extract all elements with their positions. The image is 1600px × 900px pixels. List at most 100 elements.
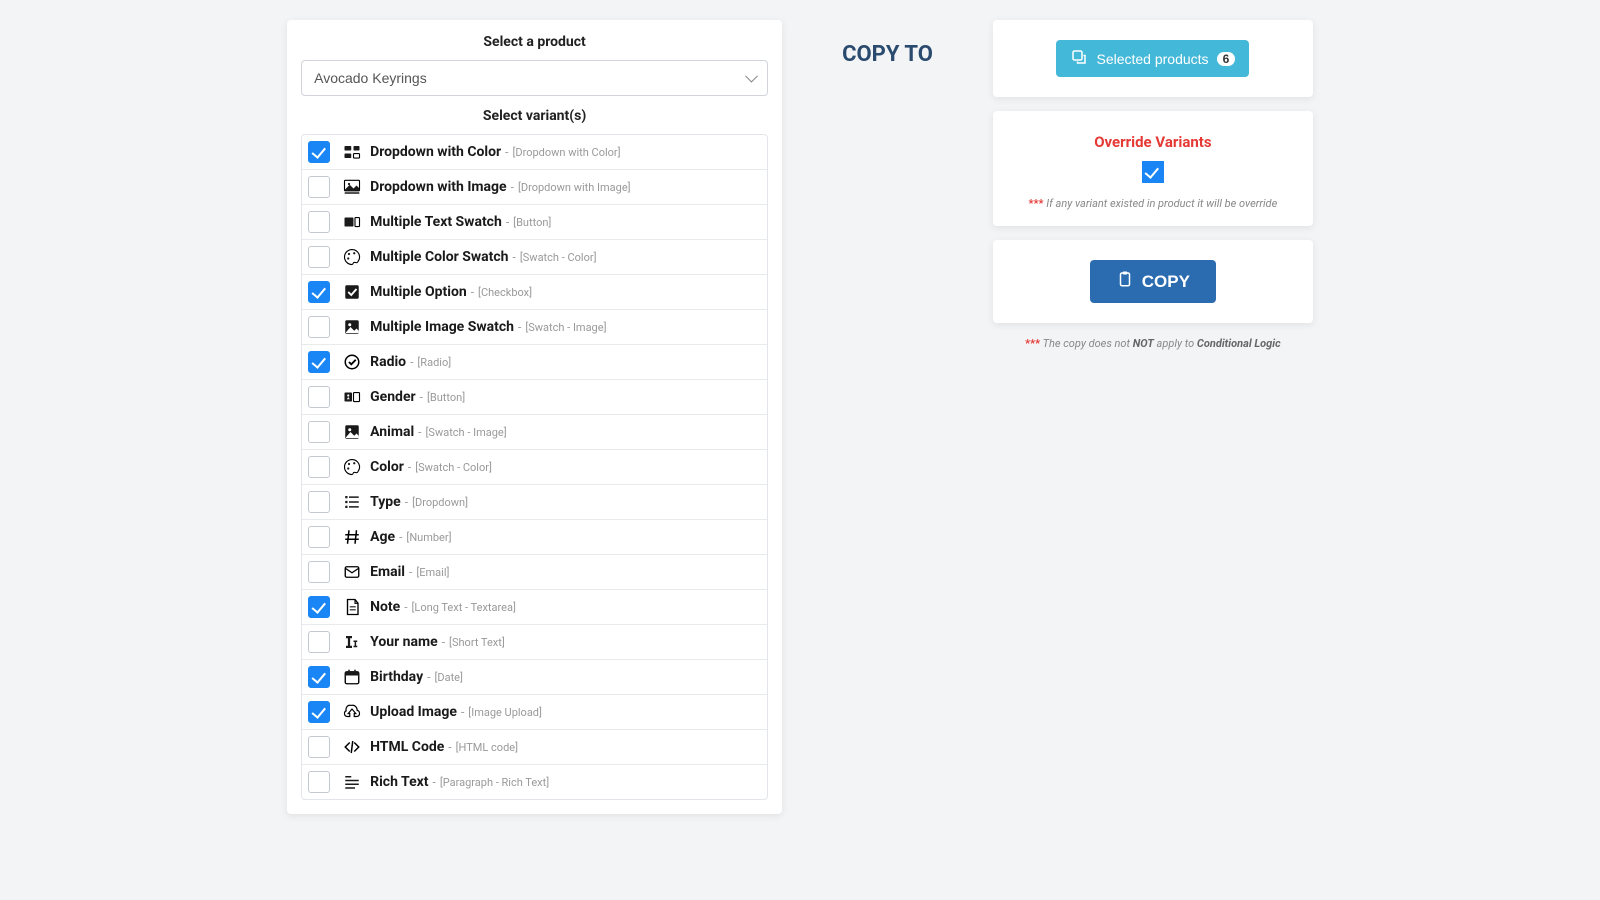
variant-type: [Dropdown] [412,496,468,509]
variant-type: [Email] [416,566,449,579]
variant-checkbox[interactable] [308,316,330,338]
copy-button[interactable]: COPY [1090,260,1216,303]
variant-label: Multiple Text Swatch [370,214,502,230]
variant-row[interactable]: Birthday-[Date] [302,660,767,695]
variant-checkbox[interactable] [308,281,330,303]
variant-label: Dropdown with Image [370,179,507,195]
code-icon [342,737,362,757]
variant-type: [Dropdown with Image] [518,181,631,194]
variant-row[interactable]: Note-[Long Text - Textarea] [302,590,767,625]
variant-type: [Swatch - Image] [525,321,606,334]
variant-label: Radio [370,354,406,370]
selected-count-badge: 6 [1217,52,1236,66]
dropdown-color-icon [342,142,362,162]
variant-label: Your name [370,634,438,650]
variant-checkbox[interactable] [308,211,330,233]
variant-label: Color [370,459,404,475]
footer-note: *** The copy does not NOT apply to Condi… [993,337,1313,350]
variant-row[interactable]: Multiple Text Swatch-[Button] [302,205,767,240]
selected-products-button[interactable]: Selected products 6 [1056,40,1249,77]
variant-row[interactable]: Age-[Number] [302,520,767,555]
variant-checkbox[interactable] [308,491,330,513]
variant-checkbox[interactable] [308,596,330,618]
variant-checkbox[interactable] [308,386,330,408]
email-icon [342,562,362,582]
variant-row[interactable]: Gender-[Button] [302,380,767,415]
variant-row[interactable]: Dropdown with Color-[Dropdown with Color… [302,135,767,170]
variant-label: HTML Code [370,739,444,755]
variant-label: Rich Text [370,774,428,790]
variant-type: [Number] [406,531,451,544]
variant-checkbox[interactable] [308,351,330,373]
variant-row[interactable]: Upload Image-[Image Upload] [302,695,767,730]
variant-row[interactable]: Multiple Image Swatch-[Swatch - Image] [302,310,767,345]
variant-label: Note [370,599,400,615]
variant-row[interactable]: Your name-[Short Text] [302,625,767,660]
variant-label: Animal [370,424,414,440]
override-checkbox[interactable] [1142,161,1164,183]
variant-row[interactable]: Type-[Dropdown] [302,485,767,520]
override-card: Override Variants *** If any variant exi… [993,111,1313,226]
variant-list: Dropdown with Color-[Dropdown with Color… [301,134,768,800]
variant-type: [Button] [513,216,551,229]
variant-label: Email [370,564,405,580]
variant-checkbox[interactable] [308,526,330,548]
variant-label: Multiple Option [370,284,467,300]
longtext-icon [342,597,362,617]
variant-checkbox[interactable] [308,141,330,163]
variant-checkbox[interactable] [308,631,330,653]
variant-label: Gender [370,389,416,405]
variant-row[interactable]: Multiple Color Swatch-[Swatch - Color] [302,240,767,275]
variant-label: Age [370,529,395,545]
gender-icon [342,387,362,407]
variant-type: [Button] [427,391,465,404]
variant-type: [Swatch - Color] [520,251,597,264]
selected-label: Selected products [1096,51,1208,67]
product-select[interactable]: Avocado Keyrings [301,60,768,96]
source-panel: Select a product Avocado Keyrings Select… [287,20,782,814]
copy-icon [1070,48,1088,69]
variant-checkbox[interactable] [308,771,330,793]
variant-row[interactable]: HTML Code-[HTML code] [302,730,767,765]
variant-row[interactable]: Animal-[Swatch - Image] [302,415,767,450]
variant-row[interactable]: Multiple Option-[Checkbox] [302,275,767,310]
variant-row[interactable]: Dropdown with Image-[Dropdown with Image… [302,170,767,205]
variant-checkbox[interactable] [308,176,330,198]
variant-type: [Checkbox] [478,286,532,299]
image-icon [342,422,362,442]
copy-to-title: COPY TO [842,42,933,67]
dropdown-image-icon [342,177,362,197]
variant-type: [Image Upload] [468,706,542,719]
palette-icon [342,457,362,477]
variant-type: [Swatch - Image] [426,426,507,439]
variant-type: [Dropdown with Color] [512,146,620,159]
variant-row[interactable]: Color-[Swatch - Color] [302,450,767,485]
variant-label: Multiple Color Swatch [370,249,508,265]
copy-card: COPY [993,240,1313,323]
variant-checkbox[interactable] [308,666,330,688]
variant-type: [Paragraph - Rich Text] [440,776,549,789]
copy-label: COPY [1142,272,1190,292]
list-icon [342,492,362,512]
variant-checkbox[interactable] [308,701,330,723]
product-select-wrap: Avocado Keyrings [301,60,768,96]
radio-icon [342,352,362,372]
variant-checkbox[interactable] [308,736,330,758]
override-warning: *** If any variant existed in product it… [1011,197,1295,210]
variant-type: [Short Text] [449,636,505,649]
variant-label: Dropdown with Color [370,144,501,160]
variant-checkbox[interactable] [308,246,330,268]
date-icon [342,667,362,687]
variant-row[interactable]: Radio-[Radio] [302,345,767,380]
shorttext-icon [342,632,362,652]
variant-checkbox[interactable] [308,456,330,478]
variant-row[interactable]: Rich Text-[Paragraph - Rich Text] [302,765,767,799]
checkbox-icon [342,282,362,302]
variant-type: [HTML code] [456,741,518,754]
variant-checkbox[interactable] [308,421,330,443]
variant-type: [Radio] [417,356,451,369]
variant-type: [Long Text - Textarea] [412,601,516,614]
variant-row[interactable]: Email-[Email] [302,555,767,590]
variant-checkbox[interactable] [308,561,330,583]
select-product-title: Select a product [301,34,768,50]
